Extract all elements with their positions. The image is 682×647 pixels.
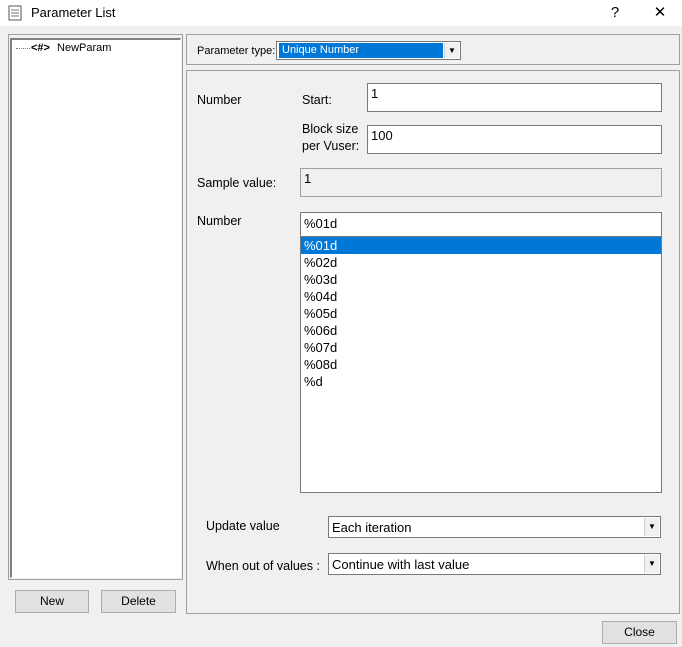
new-button[interactable]: New — [15, 590, 89, 613]
update-value-select[interactable]: Each iteration ▼ — [328, 516, 661, 538]
list-item[interactable]: %d — [301, 373, 661, 390]
list-item[interactable]: %08d — [301, 356, 661, 373]
start-label: Start: — [302, 93, 332, 107]
update-value-label: Update value — [206, 519, 280, 533]
document-icon — [8, 5, 22, 21]
parameter-type-select[interactable]: Unique Number ▼ — [276, 41, 461, 60]
help-button[interactable]: ? — [602, 2, 628, 24]
block-size-label-2: per Vuser: — [302, 139, 360, 153]
title-bar: Parameter List ? ✕ — [0, 0, 682, 26]
list-item[interactable]: %07d — [301, 339, 661, 356]
tree-item-label: NewParam — [57, 42, 112, 54]
out-of-values-value: Continue with last value — [332, 557, 470, 572]
start-input[interactable]: 1 — [367, 83, 662, 112]
out-of-values-label: When out of values : — [206, 559, 320, 573]
number-format-label: Number — [197, 214, 242, 228]
param-number-icon: <#> — [31, 42, 50, 54]
tree-item-newparam[interactable]: <#> NewParam — [16, 41, 111, 55]
chevron-down-icon: ▼ — [644, 555, 659, 573]
block-size-input[interactable]: 100 — [367, 125, 662, 154]
sample-value-label: Sample value: — [197, 176, 277, 190]
window-close-button[interactable]: ✕ — [647, 2, 673, 24]
chevron-down-icon: ▼ — [644, 518, 659, 536]
sample-value-field: 1 — [300, 168, 662, 197]
tree-connector — [16, 47, 30, 49]
window-title: Parameter List — [31, 5, 116, 20]
list-item[interactable]: %06d — [301, 322, 661, 339]
number-format-input[interactable]: %01d — [300, 212, 662, 237]
list-item[interactable]: %03d — [301, 271, 661, 288]
chevron-down-icon: ▼ — [444, 43, 459, 58]
parameter-tree[interactable] — [10, 38, 181, 578]
list-item[interactable]: %02d — [301, 254, 661, 271]
list-item[interactable]: %04d — [301, 288, 661, 305]
list-item[interactable]: %01d — [301, 237, 661, 254]
block-size-label: Block size — [302, 122, 359, 136]
number-format-list[interactable]: %01d %02d %03d %04d %05d %06d %07d %08d … — [300, 237, 662, 493]
parameter-type-label: Parameter type: — [197, 45, 276, 57]
list-item[interactable]: %05d — [301, 305, 661, 322]
update-value-value: Each iteration — [332, 520, 412, 535]
parameter-type-value: Unique Number — [279, 43, 443, 58]
delete-button[interactable]: Delete — [101, 590, 176, 613]
out-of-values-select[interactable]: Continue with last value ▼ — [328, 553, 661, 575]
number-heading: Number — [197, 93, 242, 107]
close-button[interactable]: Close — [602, 621, 677, 644]
